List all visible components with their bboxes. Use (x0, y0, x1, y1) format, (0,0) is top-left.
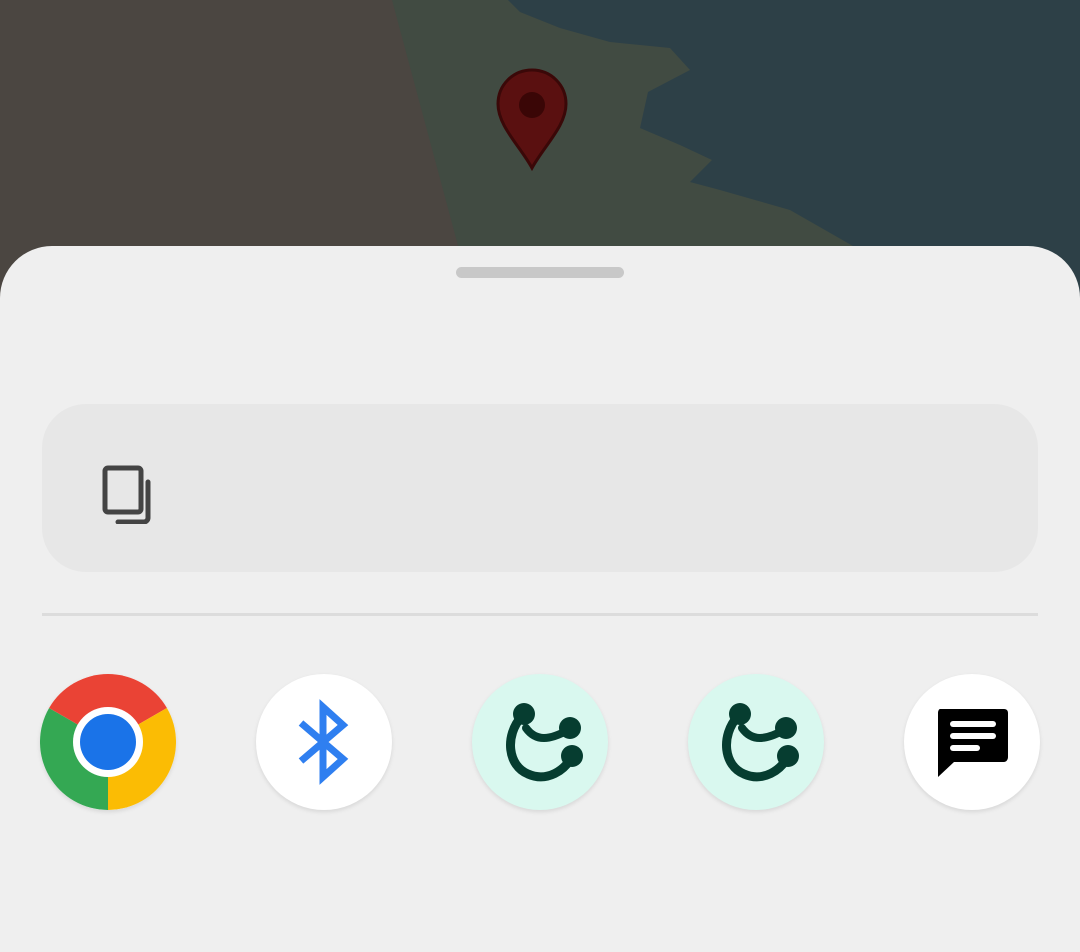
copy-icon (90, 454, 154, 525)
screen (0, 0, 1080, 952)
app-target-share-app-1[interactable] (472, 674, 608, 810)
share-nodes-icon (722, 703, 799, 782)
bluetooth-icon (298, 699, 349, 785)
share-sheet (0, 246, 1080, 952)
share-nodes-icon (506, 703, 583, 782)
divider (42, 613, 1038, 616)
copy-card[interactable] (42, 404, 1038, 572)
app-target-bluetooth[interactable] (256, 674, 392, 810)
chrome-icon (40, 674, 176, 810)
app-target-messages[interactable] (904, 674, 1040, 810)
app-target-chrome[interactable] (40, 674, 176, 810)
app-row (0, 674, 1080, 814)
app-target-share-app-2[interactable] (688, 674, 824, 810)
drag-handle[interactable] (456, 267, 624, 278)
message-icon (938, 709, 1008, 777)
